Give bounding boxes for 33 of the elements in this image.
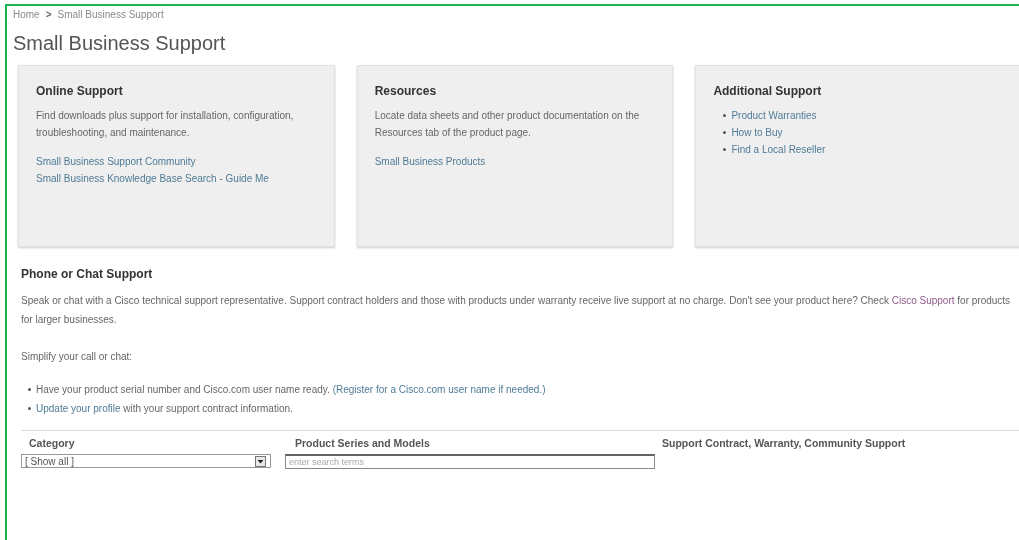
card-title: Resources [374, 84, 438, 98]
section-heading: Phone or Chat Support [21, 267, 154, 281]
simplify-text: Simplify your call or chat: [21, 350, 134, 364]
support-link[interactable]: Cisco Support [891, 295, 955, 306]
page-title: Small Business Support [13, 32, 227, 55]
column-header: Support Contract, Warranty, Community Support [662, 437, 906, 449]
card-title: Online Support [36, 84, 124, 98]
search-field[interactable]: enter search terms [285, 454, 655, 469]
tip-link[interactable]: (Register for a Cisco.com user name if needed.) [332, 384, 546, 395]
bullet-icon [28, 407, 31, 410]
card-link[interactable]: Small Business Products [374, 153, 656, 170]
card-text: Find downloads plus support for installation, configuration, troubleshooting, and maintenance. [36, 109, 295, 140]
card-text: Locate data sheets and other product documentation on the Resources tab of the product page. [374, 109, 641, 140]
column-header: Category [28, 437, 76, 449]
bullet-icon [723, 131, 727, 134]
category-select[interactable]: [ Show all ] [21, 454, 271, 468]
column-header: Product Series and Models [294, 437, 431, 449]
breadcrumb-separator: > [45, 9, 52, 20]
tip-text: Have your product serial number and Cisco.com user name ready. (Register for a Cisco.com user name if needed.) [36, 383, 546, 397]
breadcrumb-link[interactable]: Home [13, 9, 40, 20]
bullet-icon [723, 114, 727, 117]
intro-paragraph: Speak or chat with a Cisco technical support representative. Support contract holders and those with products under warranty receive live support at no charge. Don't see your product here? Check Cisco Support for products for larger businesses. [21, 294, 1011, 327]
tip-text: Update your profile with your support contract information. [36, 402, 293, 416]
card-link[interactable]: Product Warranties [731, 107, 817, 124]
card-link[interactable]: Small Business Knowledge Base Search - Guide Me [36, 170, 317, 187]
breadcrumb-link[interactable]: Small Business Support [57, 9, 164, 20]
card-link[interactable]: How to Buy [731, 124, 783, 141]
card-title: Additional Support [713, 84, 823, 98]
bullet-icon [723, 148, 727, 151]
bullet-icon [28, 388, 31, 391]
tip-link[interactable]: Update your profile [36, 403, 121, 414]
card-link[interactable]: Find a Local Reseller [731, 141, 826, 158]
card-link[interactable]: Small Business Support Community [36, 153, 317, 170]
